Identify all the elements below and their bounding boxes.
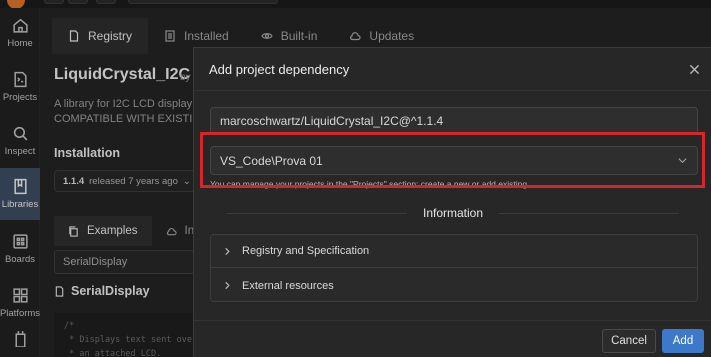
divider bbox=[194, 90, 711, 91]
chevron-down-icon bbox=[678, 158, 687, 164]
project-hint: You can manage your projects in the "Pro… bbox=[210, 179, 530, 189]
package-input-value: marcoschwartz/LiquidCrystal_I2C@^1.1.4 bbox=[220, 114, 444, 128]
chevron-right-icon bbox=[225, 247, 230, 255]
project-select-value: VS_Code\Prova 01 bbox=[220, 153, 323, 168]
accordion-external-resources-label: External resources bbox=[242, 279, 334, 292]
accordion-registry-spec[interactable]: Registry and Specification bbox=[211, 235, 697, 268]
add-button[interactable]: Add bbox=[662, 329, 704, 353]
close-icon bbox=[689, 64, 699, 74]
accordion-external-resources[interactable]: External resources bbox=[211, 269, 697, 302]
divider bbox=[194, 320, 711, 321]
information-accordion: Registry and Specification External reso… bbox=[210, 234, 698, 302]
information-heading: Information bbox=[194, 205, 711, 221]
add-dependency-dialog: Add project dependency marcoschwartz/Liq… bbox=[193, 47, 711, 357]
project-select[interactable]: VS_Code\Prova 01 bbox=[210, 146, 698, 175]
package-input[interactable]: marcoschwartz/LiquidCrystal_I2C@^1.1.4 bbox=[210, 107, 698, 135]
dialog-title: Add project dependency bbox=[209, 62, 350, 77]
information-heading-text: Information bbox=[422, 206, 484, 220]
divider bbox=[226, 212, 407, 214]
accordion-registry-spec-label: Registry and Specification bbox=[242, 245, 370, 257]
close-button[interactable] bbox=[685, 60, 703, 78]
chevron-right-icon bbox=[225, 281, 230, 290]
cancel-button[interactable]: Cancel bbox=[602, 329, 656, 353]
divider bbox=[499, 212, 680, 214]
